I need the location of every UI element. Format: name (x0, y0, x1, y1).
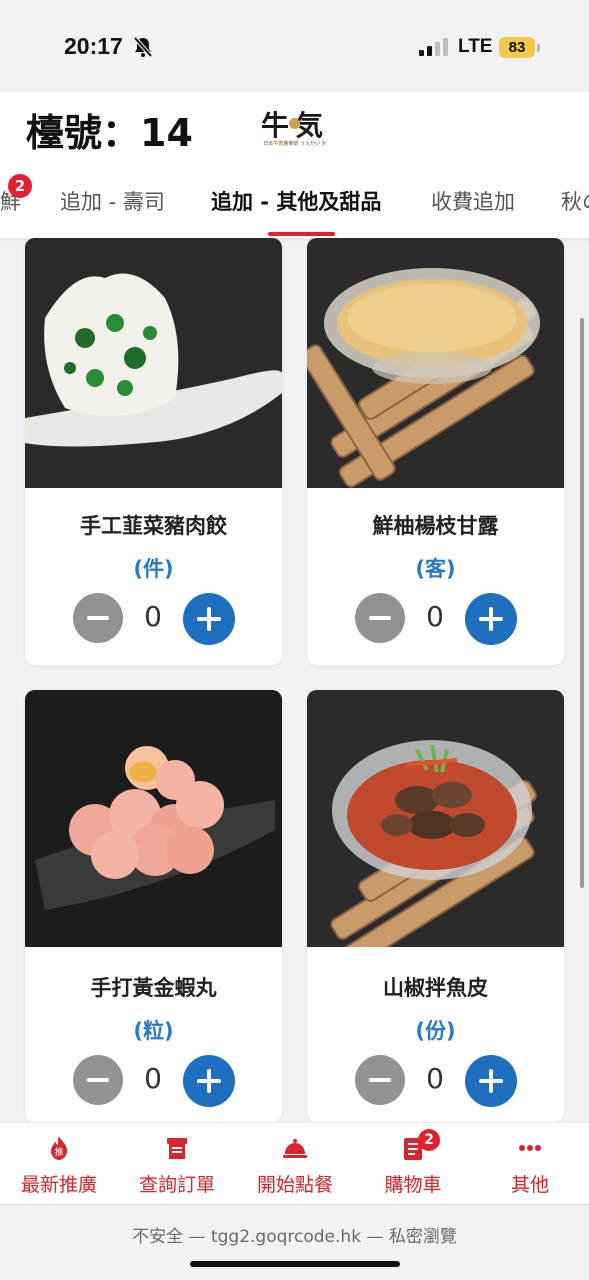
scrollbar[interactable] (580, 318, 584, 888)
nav-more[interactable]: 其他 (471, 1123, 589, 1205)
more-icon (519, 1145, 541, 1151)
tab-paid-add[interactable]: 收費追加 (431, 186, 515, 216)
network-type: LTE (458, 36, 493, 57)
tab-add-sushi[interactable]: 追加 - 壽司 (60, 186, 165, 216)
product-card: 手打黃金蝦丸 (粒) 0 (25, 690, 282, 1122)
product-name: 山椒拌魚皮 (383, 976, 488, 1000)
quantity-value: 0 (426, 1062, 444, 1095)
product-name: 手打黃金蝦丸 (90, 976, 217, 1000)
svg-text:推: 推 (54, 1146, 63, 1158)
tab-fresh[interactable]: 鮮 2 (0, 174, 32, 216)
decrease-qty-button[interactable] (73, 593, 123, 643)
nav-label: 其他 (510, 1174, 549, 1196)
fire-icon: 推 (51, 1136, 67, 1160)
nav-order-history[interactable]: 查詢訂單 (118, 1123, 236, 1205)
increase-qty-button[interactable] (465, 593, 517, 645)
product-image-fish-skin (307, 690, 564, 947)
quantity-value: 0 (144, 600, 162, 633)
battery-cap (537, 44, 540, 52)
product-unit: (客) (415, 557, 456, 581)
decrease-qty-button[interactable] (355, 593, 405, 643)
brand-logo: 牛気 日本牛肉蕎麥鍋 うえかい 外 (260, 104, 330, 150)
product-image-shrimp-balls (25, 690, 282, 947)
status-bar: 20:17 LTE 83 (0, 0, 589, 92)
nav-label: 開始點餐 (256, 1174, 333, 1196)
cloche-icon (283, 1139, 307, 1158)
table-number: 檯號：14 (26, 111, 193, 155)
browser-url-bar[interactable]: 不安全 — tgg2.goqrcode.hk — 私密瀏覽 (0, 1204, 589, 1280)
bottom-nav: 推 最新推廣 查詢訂單 開始點餐 2 購物車 其他 (0, 1122, 589, 1204)
url-text[interactable]: 不安全 — tgg2.goqrcode.hk — 私密瀏覽 (0, 1222, 589, 1247)
product-card: 手工韮菜豬肉餃 (件) 0 (25, 238, 282, 665)
increase-qty-button[interactable] (183, 593, 235, 645)
decrease-qty-button[interactable] (355, 1055, 405, 1105)
nav-label: 最新推廣 (20, 1174, 97, 1196)
nav-cart[interactable]: 2 購物車 (354, 1123, 472, 1205)
nav-promotions[interactable]: 推 最新推廣 (0, 1123, 118, 1205)
quantity-value: 0 (426, 600, 444, 633)
nav-start-ordering[interactable]: 開始點餐 (236, 1123, 354, 1205)
decrease-qty-button[interactable] (73, 1055, 123, 1105)
product-image-mango-sago (307, 238, 564, 488)
app-screen: 20:17 LTE 83 檯號：14 牛気 日本牛肉蕎麥鍋 うえかい 外 鮮 (0, 0, 589, 1280)
product-card: 山椒拌魚皮 (份) 0 (307, 690, 564, 1122)
increase-qty-button[interactable] (183, 1055, 235, 1107)
product-name: 鮮柚楊枝甘露 (372, 514, 499, 538)
app-header: 檯號：14 牛気 日本牛肉蕎麥鍋 うえかい 外 鮮 2 追加 - 壽司 追加 -… (0, 92, 589, 238)
tab-add-other-dessert[interactable]: 追加 - 其他及甜品 (211, 186, 381, 216)
increase-qty-button[interactable] (465, 1055, 517, 1107)
product-unit: (份) (415, 1019, 456, 1043)
receipt-icon (167, 1138, 187, 1159)
product-image-dumpling (25, 238, 282, 488)
quantity-value: 0 (144, 1062, 162, 1095)
logo-emblem (289, 118, 300, 129)
status-time: 20:17 (64, 33, 123, 59)
product-unit: (粒) (133, 1019, 174, 1043)
category-tabs: 鮮 2 追加 - 壽司 追加 - 其他及甜品 收費追加 秋の (0, 174, 589, 238)
battery-level: 83 (499, 37, 535, 58)
nav-label: 購物車 (384, 1174, 442, 1196)
bell-muted-icon (133, 36, 153, 58)
active-tab-indicator (268, 232, 335, 236)
nav-label: 查詢訂單 (138, 1174, 215, 1196)
tab-count-badge: 2 (8, 174, 32, 198)
tab-autumn[interactable]: 秋の (561, 186, 589, 216)
product-card: 鮮柚楊枝甘露 (客) 0 (307, 238, 564, 665)
signal-icon (419, 38, 448, 56)
home-indicator[interactable] (190, 1261, 400, 1267)
product-name: 手工韮菜豬肉餃 (80, 514, 227, 538)
logo-subtitle: 日本牛肉蕎麥鍋 うえかい 外 (263, 141, 327, 147)
cart-count-badge: 2 (418, 1129, 440, 1151)
product-unit: (件) (133, 557, 174, 581)
product-grid: 手工韮菜豬肉餃 (件) 0 鮮柚楊枝甘露 (客) 0 手打黃金蝦丸 (粒) 0 … (0, 238, 589, 1122)
